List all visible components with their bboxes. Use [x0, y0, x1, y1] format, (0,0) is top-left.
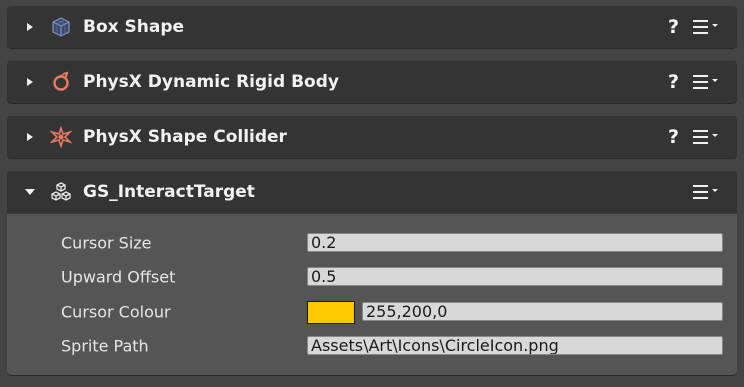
property-label: Upward Offset: [61, 267, 176, 287]
component-gs-interact-target: GS_InteractTarget Cursor Size 0.2 Upward…: [7, 171, 737, 375]
upward-offset-field[interactable]: 0.5: [307, 267, 723, 286]
property-upward-offset: Upward Offset 0.5: [7, 266, 737, 288]
component-header[interactable]: PhysX Shape Collider ?: [7, 116, 737, 158]
help-button[interactable]: ?: [668, 71, 679, 93]
component-title: Box Shape: [83, 17, 185, 37]
colour-swatch[interactable]: [307, 301, 355, 324]
property-cursor-size: Cursor Size 0.2: [7, 232, 737, 254]
box-shape-icon: [52, 17, 70, 37]
expand-arrow-icon[interactable]: [27, 78, 33, 86]
collapse-arrow-icon[interactable]: [25, 189, 35, 195]
help-button[interactable]: ?: [668, 16, 679, 38]
menu-icon[interactable]: [693, 183, 725, 201]
help-button[interactable]: ?: [668, 126, 679, 148]
component-header[interactable]: PhysX Dynamic Rigid Body ?: [7, 61, 737, 103]
component-physx-shape-collider: PhysX Shape Collider ?: [7, 116, 737, 158]
component-title: PhysX Dynamic Rigid Body: [83, 72, 339, 92]
component-properties: Cursor Size 0.2 Upward Offset 0.5 Cursor…: [7, 213, 737, 375]
component-box-shape: Box Shape ?: [7, 6, 737, 48]
shape-collider-icon: [50, 126, 72, 148]
rigid-body-icon: [53, 71, 69, 91]
property-label: Cursor Size: [61, 233, 152, 253]
component-header[interactable]: Box Shape ?: [7, 6, 737, 48]
menu-icon[interactable]: [693, 18, 725, 36]
menu-icon[interactable]: [693, 73, 725, 91]
component-physx-dynamic-rigid-body: PhysX Dynamic Rigid Body ?: [7, 61, 737, 103]
property-label: Cursor Colour: [61, 302, 171, 322]
sprite-path-field[interactable]: Assets\Art\Icons\CircleIcon.png: [307, 336, 723, 355]
property-cursor-colour: Cursor Colour 255,200,0: [7, 301, 737, 324]
property-sprite-path: Sprite Path Assets\Art\Icons\CircleIcon.…: [7, 335, 737, 357]
menu-icon[interactable]: [693, 128, 725, 146]
property-label: Sprite Path: [61, 336, 149, 356]
component-title: PhysX Shape Collider: [83, 127, 287, 147]
cursor-size-field[interactable]: 0.2: [307, 233, 723, 252]
expand-arrow-icon[interactable]: [27, 133, 33, 141]
component-header[interactable]: GS_InteractTarget: [7, 171, 737, 213]
expand-arrow-icon[interactable]: [27, 23, 33, 31]
component-cubes-icon: [51, 182, 71, 201]
component-title: GS_InteractTarget: [83, 182, 255, 202]
cursor-colour-field[interactable]: 255,200,0: [362, 302, 723, 321]
